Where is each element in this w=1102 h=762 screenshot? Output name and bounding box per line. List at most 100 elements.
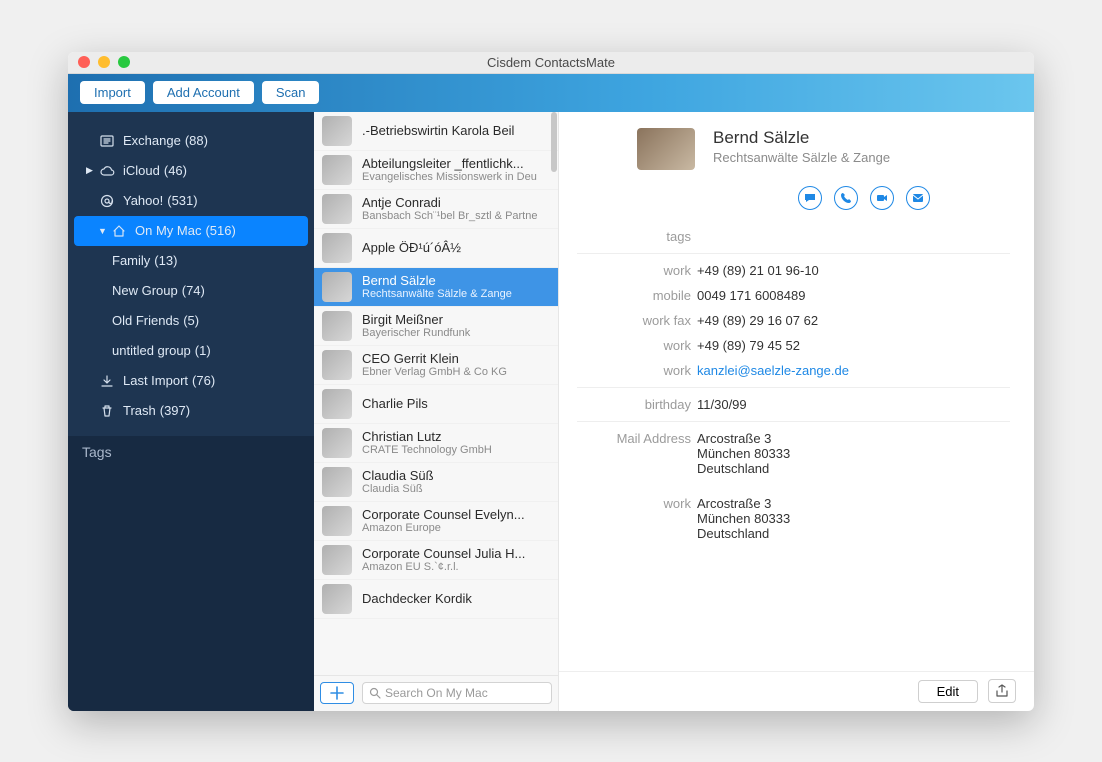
contact-row[interactable]: Charlie Pils <box>314 385 558 424</box>
import-button[interactable]: Import <box>80 81 145 104</box>
field-divider <box>577 387 1010 388</box>
contact-row-name: Christian Lutz <box>362 429 550 444</box>
contact-row-subtitle: CRATE Technology GmbH <box>362 444 550 456</box>
contact-row[interactable]: Antje ConradiBansbach Sch¨¹bel Br_sztl &… <box>314 190 558 229</box>
add-account-button[interactable]: Add Account <box>153 81 254 104</box>
phone-icon <box>840 192 852 204</box>
sidebar-item-label: untitled group <box>112 343 191 358</box>
sidebar-item-new-group[interactable]: New Group (74) <box>68 276 314 306</box>
contact-row[interactable]: Dachdecker Kordik <box>314 580 558 619</box>
sidebar-item-label: Family <box>112 253 150 268</box>
avatar <box>322 467 352 497</box>
scrollbar[interactable] <box>551 112 557 172</box>
avatar <box>322 272 352 302</box>
sidebar-item-family[interactable]: Family (13) <box>68 246 314 276</box>
sidebar-item-count: (516) <box>205 223 235 238</box>
contact-row-name: Antje Conradi <box>362 195 550 210</box>
contact-row[interactable]: Corporate Counsel Evelyn...Amazon Europe <box>314 502 558 541</box>
import-icon <box>98 374 116 388</box>
field-divider <box>577 421 1010 422</box>
sidebar-item-label: iCloud <box>123 163 160 178</box>
contact-row[interactable]: Apple ÖÐ¹ú´óÂ½ <box>314 229 558 268</box>
sidebar: Exchange (88)▶iCloud (46)Yahoo! (531)▼On… <box>68 112 314 711</box>
field-value: +49 (89) 29 16 07 62 <box>697 313 1010 328</box>
field-value[interactable]: kanzlei@saelzle-zange.de <box>697 363 1010 378</box>
sidebar-item-untitled-group[interactable]: untitled group (1) <box>68 336 314 366</box>
detail-field-row <box>577 481 1010 491</box>
contact-row-name: Charlie Pils <box>362 396 550 411</box>
contact-row[interactable]: Christian LutzCRATE Technology GmbH <box>314 424 558 463</box>
video-icon <box>876 192 888 204</box>
field-label: work <box>577 496 697 541</box>
plus-icon <box>330 686 344 700</box>
avatar <box>322 428 352 458</box>
avatar <box>322 350 352 380</box>
sidebar-item-count: (88) <box>185 133 208 148</box>
sidebar-item-icloud[interactable]: ▶iCloud (46) <box>68 156 314 186</box>
detail-field-row: tags <box>577 224 1010 249</box>
call-action-button[interactable] <box>834 186 858 210</box>
search-input[interactable]: Search On My Mac <box>362 682 552 704</box>
sidebar-item-on-my-mac[interactable]: ▼On My Mac (516) <box>74 216 308 246</box>
message-icon <box>804 192 816 204</box>
sidebar-item-old-friends[interactable]: Old Friends (5) <box>68 306 314 336</box>
add-contact-button[interactable] <box>320 682 354 704</box>
edit-button[interactable]: Edit <box>918 680 978 703</box>
detail-field-row: workkanzlei@saelzle-zange.de <box>577 358 1010 383</box>
field-label: work fax <box>577 313 697 328</box>
sidebar-item-yahoo-[interactable]: Yahoo! (531) <box>68 186 314 216</box>
trash-icon <box>98 404 116 418</box>
detail-field-row: mobile0049 171 6008489 <box>577 283 1010 308</box>
contact-name: Bernd Sälzle <box>713 128 890 148</box>
disclosure-arrow-icon: ▼ <box>98 226 108 236</box>
app-window: Cisdem ContactsMate Import Add Account S… <box>68 52 1034 711</box>
sidebar-item-count: (74) <box>182 283 205 298</box>
search-placeholder: Search On My Mac <box>385 686 488 700</box>
contact-list-panel: .-Betriebswirtin Karola BeilAbteilungsle… <box>314 112 559 711</box>
sidebar-item-count: (76) <box>192 373 215 388</box>
sidebar-item-count: (531) <box>167 193 197 208</box>
contact-row-subtitle: Amazon EU S.`¢.r.l. <box>362 561 550 573</box>
contact-row-subtitle: Rechtsanwälte Sälzle & Zange <box>362 288 550 300</box>
avatar <box>322 584 352 614</box>
avatar <box>322 545 352 575</box>
field-divider <box>577 253 1010 254</box>
contact-row[interactable]: Claudia SüßClaudia Süß <box>314 463 558 502</box>
contact-detail-panel: Bernd Sälzle Rechtsanwälte Sälzle & Zang… <box>559 112 1034 711</box>
detail-field-row: work+49 (89) 79 45 52 <box>577 333 1010 358</box>
avatar <box>322 506 352 536</box>
video-action-button[interactable] <box>870 186 894 210</box>
sidebar-item-trash[interactable]: Trash (397) <box>68 396 314 426</box>
toolbar: Import Add Account Scan <box>68 74 1034 112</box>
field-label: Mail Address <box>577 431 697 476</box>
exchange-icon <box>98 134 116 148</box>
share-button[interactable] <box>988 679 1016 703</box>
contact-row-name: Bernd Sälzle <box>362 273 550 288</box>
contact-row-subtitle: Bansbach Sch¨¹bel Br_sztl & Partne <box>362 210 550 222</box>
contact-avatar <box>637 128 695 170</box>
mail-icon <box>912 192 924 204</box>
field-value: Arcostraße 3München 80333Deutschland <box>697 431 1010 476</box>
contact-row-name: Abteilungsleiter _ffentlichk... <box>362 156 550 171</box>
contact-row-subtitle: Claudia Süß <box>362 483 550 495</box>
email-action-button[interactable] <box>906 186 930 210</box>
sidebar-item-count: (397) <box>160 403 190 418</box>
message-action-button[interactable] <box>798 186 822 210</box>
contact-row[interactable]: .-Betriebswirtin Karola Beil <box>314 112 558 151</box>
contact-row[interactable]: Birgit MeißnerBayerischer Rundfunk <box>314 307 558 346</box>
contact-row[interactable]: Corporate Counsel Julia H...Amazon EU S.… <box>314 541 558 580</box>
contact-row-subtitle: Ebner Verlag GmbH & Co KG <box>362 366 550 378</box>
search-icon <box>369 687 381 699</box>
detail-field-row: workArcostraße 3München 80333Deutschland <box>577 491 1010 546</box>
sidebar-item-exchange[interactable]: Exchange (88) <box>68 126 314 156</box>
contact-row[interactable]: CEO Gerrit KleinEbner Verlag GmbH & Co K… <box>314 346 558 385</box>
field-label: work <box>577 263 697 278</box>
avatar <box>322 194 352 224</box>
sidebar-item-last-import[interactable]: Last Import (76) <box>68 366 314 396</box>
scan-button[interactable]: Scan <box>262 81 320 104</box>
contact-row[interactable]: Abteilungsleiter _ffentlichk...Evangelis… <box>314 151 558 190</box>
avatar <box>322 389 352 419</box>
contact-row[interactable]: Bernd SälzleRechtsanwälte Sälzle & Zange <box>314 268 558 307</box>
contact-list: .-Betriebswirtin Karola BeilAbteilungsle… <box>314 112 558 675</box>
field-value: +49 (89) 21 01 96-10 <box>697 263 1010 278</box>
